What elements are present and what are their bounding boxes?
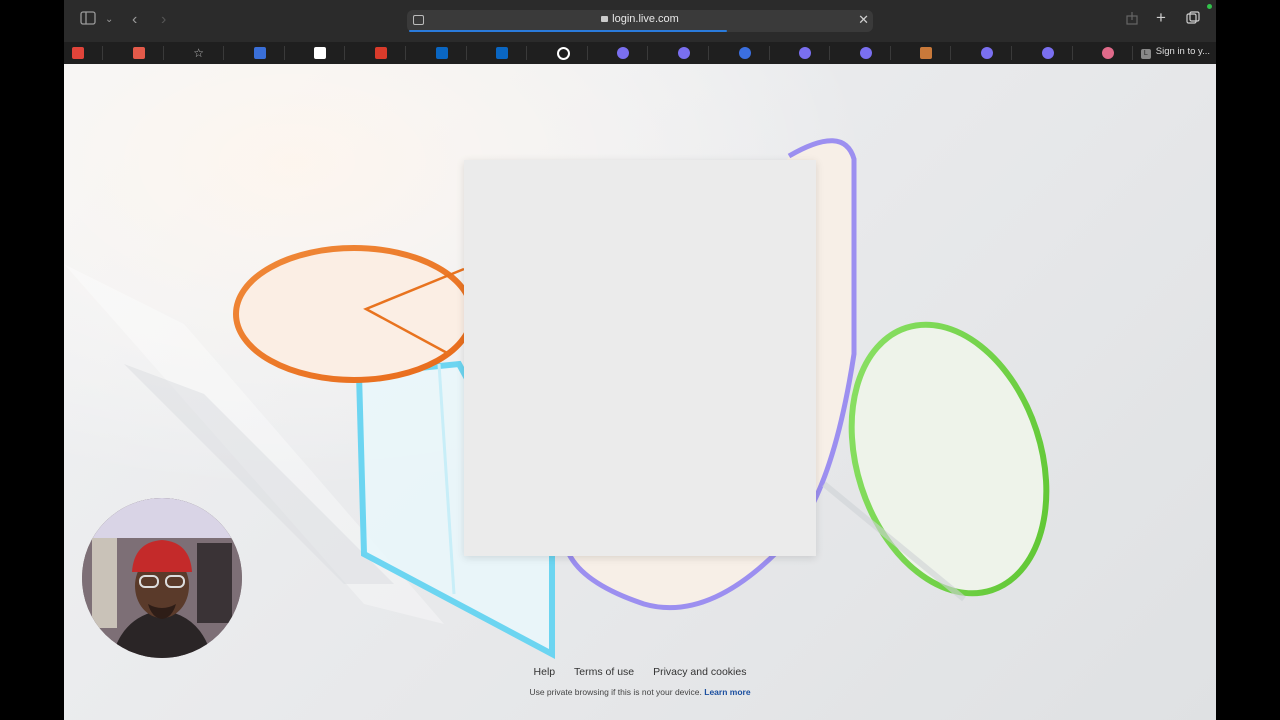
sign-in-card	[464, 160, 816, 556]
bookmark-brain-icon[interactable]	[1102, 47, 1115, 59]
favorites-bar: L Sign in to y... ☆	[64, 42, 1216, 64]
bookmark-red-square-icon[interactable]	[72, 47, 84, 59]
tab-favicon: L	[1140, 49, 1151, 59]
bookmark-image-icon[interactable]	[920, 47, 933, 59]
tab-title: Sign in to y...	[1155, 46, 1210, 57]
address-text[interactable]: login.live.com	[407, 13, 873, 25]
bookmark-linkedin-icon[interactable]	[496, 47, 509, 59]
new-tab-button[interactable]: +	[1156, 8, 1166, 28]
bookmark-separator	[768, 46, 770, 60]
footer-links: Help Terms of use Privacy and cookies	[64, 666, 1216, 678]
page-load-progress	[409, 30, 727, 32]
stop-loading-icon[interactable]: ✕	[858, 12, 869, 28]
bookmark-separator	[1071, 46, 1073, 60]
orange-pie-shape	[233, 245, 475, 383]
status-indicator	[1207, 4, 1212, 9]
bookmark-separator	[1011, 46, 1012, 60]
privacy-link[interactable]: Privacy and cookies	[653, 666, 746, 678]
address-bar[interactable]: login.live.com ✕	[407, 10, 873, 32]
bookmark-separator	[1132, 46, 1134, 60]
bookmark-shield-icon[interactable]	[253, 47, 266, 59]
forward-button[interactable]: ›	[161, 10, 166, 30]
bookmark-star-icon[interactable]: ☆	[193, 47, 205, 59]
learn-more-link[interactable]: Learn more	[704, 687, 750, 697]
bookmark-gear-flower-icon[interactable]	[678, 47, 690, 59]
bookmark-github-icon[interactable]	[556, 47, 570, 60]
bookmark-separator	[526, 46, 528, 60]
lock-icon	[601, 16, 609, 22]
bookmark-separator	[465, 46, 467, 60]
webcam-overlay	[82, 498, 242, 658]
back-button[interactable]: ‹	[132, 10, 137, 30]
bookmark-separator	[889, 46, 891, 60]
bookmark-gear-flower-icon[interactable]	[617, 47, 630, 59]
url-text: login.live.com	[612, 13, 679, 25]
bookmark-separator	[647, 46, 649, 60]
help-link[interactable]: Help	[534, 666, 556, 678]
bookmark-gear-flower-icon[interactable]	[981, 47, 993, 59]
bookmark-separator	[950, 46, 952, 60]
bookmark-gear-flower-icon[interactable]	[1041, 47, 1054, 59]
page-content: Help Terms of use Privacy and cookies Us…	[64, 64, 1216, 720]
bookmark-separator	[162, 46, 164, 60]
bookmark-separator	[405, 46, 406, 60]
bookmark-separator	[708, 46, 709, 60]
bookmark-gear-flower-icon[interactable]	[799, 47, 812, 59]
bookmark-separator	[283, 46, 285, 60]
chevron-down-icon[interactable]: ⌄	[105, 10, 113, 30]
share-icon[interactable]	[1126, 10, 1138, 30]
bookmark-separator	[223, 46, 225, 60]
bookmark-blue-circle-icon[interactable]	[738, 47, 751, 59]
bookmark-tiktok-icon[interactable]	[314, 47, 327, 59]
private-browsing-note: Use private browsing if this is not your…	[64, 687, 1216, 697]
bookmark-separator	[102, 46, 103, 60]
browser-toolbar: ⌄ ‹ › login.live.com ✕ +	[64, 0, 1216, 42]
bookmark-pdf-icon[interactable]	[132, 47, 145, 59]
active-tab[interactable]: L Sign in to y...	[1140, 46, 1210, 59]
bookmark-separator	[586, 46, 588, 60]
webcam-person-image	[82, 498, 242, 658]
bookmark-separator	[829, 46, 831, 60]
bookmark-separator	[344, 46, 346, 60]
sidebar-toggle-icon[interactable]	[80, 10, 96, 30]
tab-overview-icon[interactable]	[1186, 10, 1200, 30]
private-browsing-text: Use private browsing if this is not your…	[529, 687, 702, 697]
bookmark-linkedin-icon[interactable]	[435, 47, 448, 59]
bookmark-gear-flower-icon[interactable]	[859, 47, 872, 59]
bookmark-office-icon[interactable]	[375, 47, 387, 59]
terms-link[interactable]: Terms of use	[574, 666, 634, 678]
